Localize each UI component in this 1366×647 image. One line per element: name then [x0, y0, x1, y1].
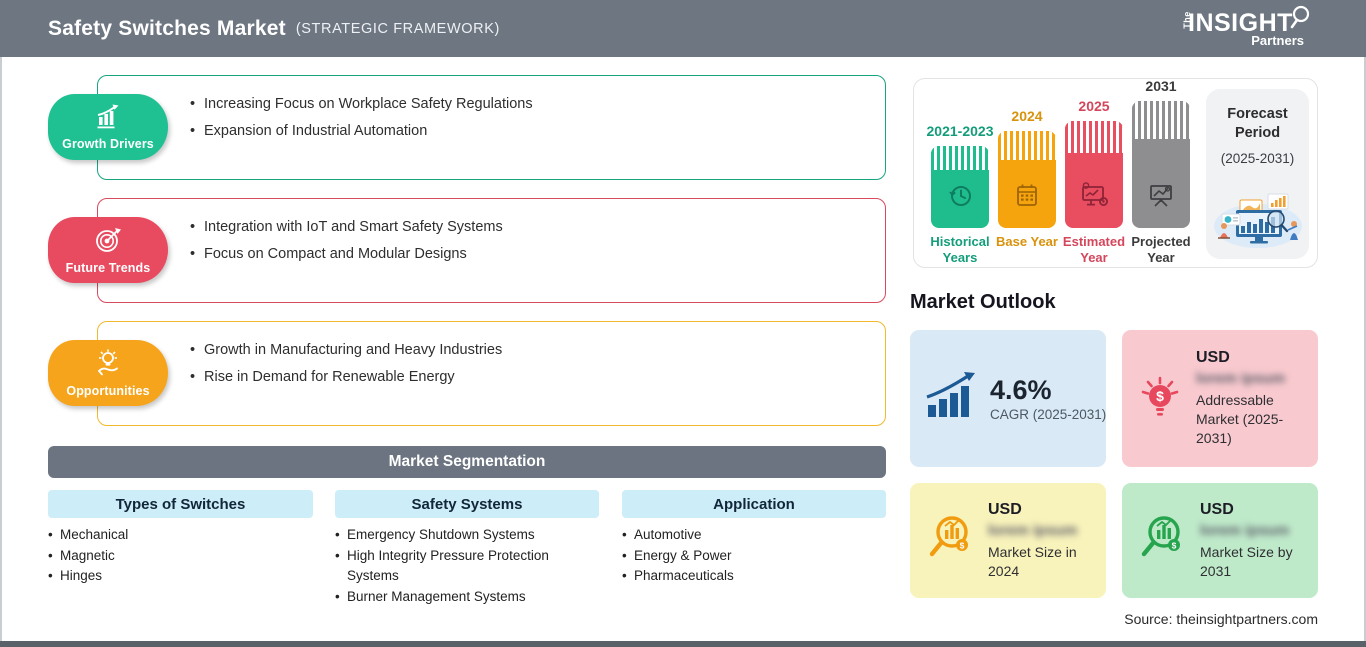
- cagr-label: CAGR (2025-2031): [990, 407, 1107, 422]
- bar-caption: Historical Years: [930, 234, 990, 265]
- magnifier-chart-icon: $: [924, 512, 976, 569]
- magnifier-icon: [1288, 5, 1314, 36]
- list-item: Emergency Shutdown Systems: [335, 525, 599, 546]
- bar-caption: Projected Year: [1131, 234, 1191, 265]
- source-attribution: Source: theinsightpartners.com: [1124, 611, 1318, 627]
- list-item: Hinges: [48, 566, 313, 587]
- svg-text:$: $: [1156, 388, 1164, 404]
- bar-stripes: [1065, 121, 1123, 153]
- forecast-illustration: [1210, 186, 1305, 255]
- forecast-period-line1: Forecast: [1227, 106, 1288, 122]
- bar-base: [998, 131, 1056, 228]
- list-item: Burner Management Systems: [335, 587, 599, 608]
- growth-drivers-label: Growth Drivers: [62, 136, 154, 151]
- header-bar: Safety Switches Market (STRATEGIC FRAMEW…: [0, 0, 1366, 57]
- forecast-period-panel: Forecast Period (2025-2031): [1206, 89, 1309, 259]
- list-item: Energy & Power: [622, 546, 886, 567]
- blurred-value: lorem ipsum: [1200, 521, 1290, 539]
- timeline-card: 2021-2023 Historical Years 2024 Base Yea…: [913, 78, 1318, 268]
- magnifier-chart-icon: $: [1136, 512, 1188, 569]
- forecast-period-range: (2025-2031): [1220, 151, 1295, 166]
- idea-hand-icon: [93, 349, 123, 382]
- year-label: 2025: [1078, 98, 1110, 114]
- bullet-item: Growth in Manufacturing and Heavy Indust…: [190, 340, 502, 367]
- cagr-value: 4.6%: [990, 375, 1052, 405]
- currency-label: USD: [988, 500, 1022, 518]
- opportunities-bullets: Growth in Manufacturing and Heavy Indust…: [190, 340, 502, 394]
- page-subtitle: (STRATEGIC FRAMEWORK): [295, 20, 500, 37]
- bar-caption: Base Year: [996, 234, 1058, 249]
- list-item: Automotive: [622, 525, 886, 546]
- segment-list-systems: Emergency Shutdown Systems High Integrit…: [335, 525, 599, 607]
- growth-drivers-bullets: Increasing Focus on Workplace Safety Reg…: [190, 94, 533, 148]
- monitor-gear-icon: [1078, 181, 1110, 216]
- year-label: 2021-2023: [926, 123, 994, 139]
- future-trends-label: Future Trends: [65, 260, 151, 275]
- bar-caption: Estimated Year: [1062, 234, 1126, 265]
- market-size-2024-card: $ USD lorem ipsum Market Size in 2024: [910, 483, 1106, 598]
- list-item: Mechanical: [48, 525, 313, 546]
- blurred-value: lorem ipsum: [1196, 370, 1286, 387]
- forecast-period-line2: Period: [1234, 125, 1281, 141]
- bar-projected: [1132, 101, 1190, 228]
- bottom-border-bar: [0, 641, 1366, 647]
- page-title: Safety Switches Market: [48, 16, 286, 40]
- growth-drivers-badge: Growth Drivers: [48, 94, 168, 160]
- segment-column-header-systems: Safety Systems: [335, 490, 599, 518]
- list-item: Pharmaceuticals: [622, 566, 886, 587]
- svg-text:$: $: [960, 541, 965, 551]
- target-icon: [93, 226, 123, 259]
- card-description: Market Size by 2031: [1200, 543, 1293, 579]
- opportunities-badge: Opportunities: [48, 340, 168, 406]
- year-label: 2031: [1145, 78, 1177, 94]
- bar-stripes: [998, 131, 1056, 160]
- future-trends-bullets: Integration with IoT and Smart Safety Sy…: [190, 217, 503, 271]
- list-item: Magnetic: [48, 546, 313, 567]
- bar-stripes: [931, 146, 989, 170]
- bullet-item: Rise in Demand for Renewable Energy: [190, 367, 502, 394]
- currency-label: USD: [1196, 349, 1230, 366]
- segment-list-application: Automotive Energy & Power Pharmaceutical…: [622, 525, 886, 587]
- opportunities-label: Opportunities: [66, 383, 150, 398]
- bar-chart-arrow-icon: [924, 371, 978, 426]
- list-item: High Integrity Pressure Protection Syste…: [335, 546, 599, 587]
- card-description: Market Size in 2024: [988, 543, 1077, 579]
- bar-stripes: [1132, 101, 1190, 139]
- card-description: Addressable Market (2025-2031): [1196, 392, 1284, 446]
- bar-historical: [931, 146, 989, 228]
- bullet-item: Integration with IoT and Smart Safety Sy…: [190, 217, 503, 244]
- segment-column-header-application: Application: [622, 490, 886, 518]
- bullet-item: Increasing Focus on Workplace Safety Reg…: [190, 94, 533, 121]
- presentation-chart-icon: [1145, 181, 1177, 216]
- growth-chart-icon: [93, 104, 123, 135]
- calendar-icon: [1012, 181, 1042, 216]
- segment-list-types: Mechanical Magnetic Hinges: [48, 525, 313, 587]
- bullet-item: Focus on Compact and Modular Designs: [190, 244, 503, 271]
- segment-column-header-types: Types of Switches: [48, 490, 313, 518]
- svg-text:$: $: [1172, 541, 1177, 551]
- market-outlook-title: Market Outlook: [910, 291, 1056, 313]
- addressable-market-card: $ USD lorem ipsum Addressable Market (20…: [1122, 330, 1318, 467]
- currency-label: USD: [1200, 500, 1234, 518]
- bullet-item: Expansion of Industrial Automation: [190, 121, 533, 148]
- year-label: 2024: [1011, 108, 1043, 124]
- insight-partners-logo: The INSIGHT Partners: [1180, 5, 1310, 51]
- logo-partners-text: Partners: [1251, 33, 1304, 48]
- market-segmentation-title: Market Segmentation: [388, 453, 546, 470]
- blurred-value: lorem ipsum: [988, 521, 1078, 539]
- bulb-dollar-icon: $: [1136, 368, 1184, 429]
- cagr-card: 4.6% CAGR (2025-2031): [910, 330, 1106, 467]
- clock-history-icon: [945, 181, 975, 216]
- market-size-2031-card: $ USD lorem ipsum Market Size by 2031: [1122, 483, 1318, 598]
- future-trends-badge: Future Trends: [48, 217, 168, 283]
- market-segmentation-header: Market Segmentation: [48, 446, 886, 478]
- infographic-stage: Safety Switches Market (STRATEGIC FRAMEW…: [0, 0, 1366, 647]
- bar-estimated: [1065, 121, 1123, 228]
